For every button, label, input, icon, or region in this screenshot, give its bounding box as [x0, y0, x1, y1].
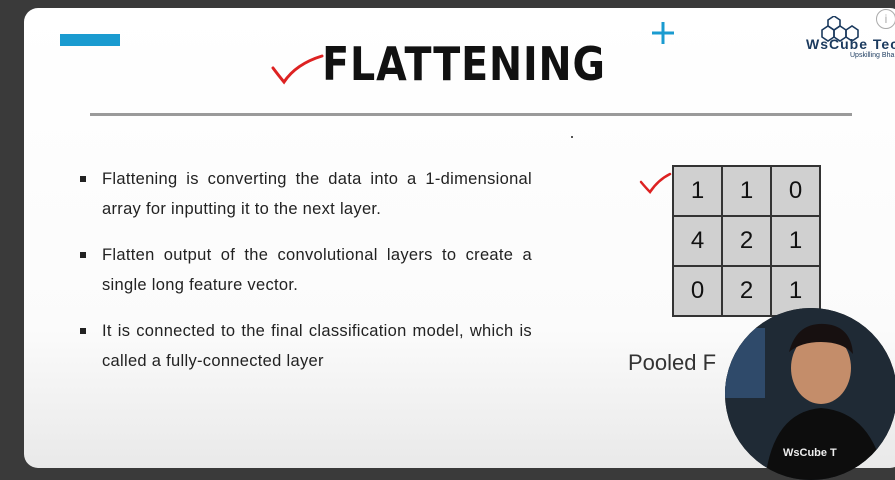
bullet-text: Flatten output of the convolutional laye…	[102, 246, 532, 294]
matrix-cell: 1	[672, 165, 723, 217]
matrix-cell: 1	[721, 165, 772, 217]
shirt-text: WsCube T	[783, 447, 837, 459]
presenter-icon: WsCube T	[725, 308, 895, 480]
pooled-feature-matrix: 1 1 0 4 2 1 0 2 1	[672, 165, 821, 317]
slide-title: FLATTENING	[322, 37, 606, 91]
bullet-text: Flattening is converting the data into a…	[102, 170, 532, 218]
bullet-item: Flattening is converting the data into a…	[80, 164, 532, 224]
bullet-item: Flatten output of the convolutional laye…	[80, 240, 532, 300]
matrix-cell: 2	[721, 215, 772, 267]
matrix-row: 4 2 1	[672, 215, 821, 267]
matrix-cell: 0	[770, 165, 821, 217]
matrix-cell: 2	[721, 265, 772, 317]
bullet-text: It is connected to the final classificat…	[102, 322, 532, 370]
matrix-caption: Pooled F	[628, 350, 717, 375]
bullet-square-icon	[80, 176, 86, 182]
bullet-square-icon	[80, 252, 86, 258]
bullet-list: Flattening is converting the data into a…	[80, 164, 532, 392]
presenter-webcam: WsCube T	[725, 308, 895, 480]
bullet-item: It is connected to the final classificat…	[80, 316, 532, 376]
logo-name: WsCube Tec	[806, 36, 895, 52]
title-divider	[90, 113, 852, 116]
stray-dot	[571, 136, 573, 138]
logo-tagline: Upskilling Bha	[850, 52, 895, 59]
bullet-square-icon	[80, 328, 86, 334]
matrix-row: 1 1 0	[672, 165, 821, 217]
matrix-cell: 4	[672, 215, 723, 267]
plus-icon	[652, 22, 674, 44]
info-icon[interactable]: i	[876, 9, 895, 29]
matrix-cell: 1	[770, 215, 821, 267]
matrix-cell: 0	[672, 265, 723, 317]
check-mark-icon	[639, 172, 672, 194]
